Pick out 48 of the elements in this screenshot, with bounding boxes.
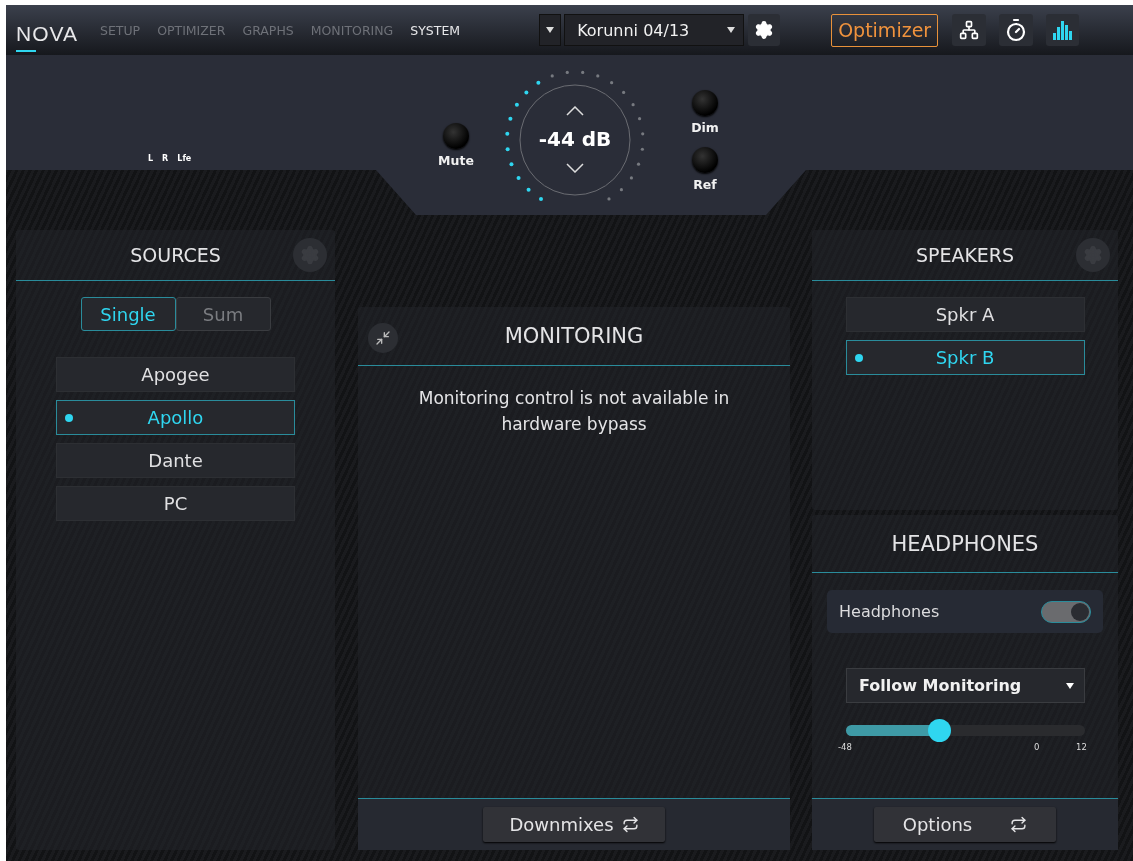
meter-label: R: [162, 154, 169, 163]
preset-menu-button[interactable]: [539, 14, 562, 46]
panel-title: SOURCES: [130, 244, 221, 266]
tick-label: 12: [1076, 742, 1087, 752]
options-button[interactable]: Options: [874, 807, 1056, 842]
bar-chart-icon: [1051, 19, 1074, 41]
collapse-icon: [375, 330, 391, 346]
repeat-icon: [621, 816, 639, 833]
bar-chart-button[interactable]: [1046, 14, 1080, 46]
preset-dropdown[interactable]: Korunni 04/13: [564, 14, 745, 46]
source-item[interactable]: Apogee: [56, 357, 295, 392]
mode-dropdown[interactable]: Follow Monitoring: [846, 668, 1085, 703]
volume-reading: -44 dB: [537, 127, 613, 151]
optimizer-button[interactable]: Optimizer: [831, 13, 939, 47]
mode-toggle[interactable]: Sum: [175, 297, 271, 331]
headphones-switch[interactable]: [1041, 600, 1091, 623]
panel-title: SPEAKERS: [915, 244, 1015, 266]
speaker-item[interactable]: Spkr A: [845, 297, 1085, 332]
dropdown-caret-icon: [1066, 681, 1074, 690]
slider-thumb[interactable]: [928, 719, 952, 742]
button-label: Mute: [438, 153, 474, 168]
meter-label: L: [148, 154, 154, 163]
downmixes-button[interactable]: Downmixes: [483, 807, 665, 842]
nav-tab[interactable]: SYSTEM: [410, 22, 461, 38]
stopwatch-button[interactable]: [999, 14, 1034, 46]
source-item[interactable]: Apollo: [56, 400, 295, 435]
down-chevron-icon[interactable]: [566, 163, 584, 173]
button-label: Ref: [693, 177, 717, 192]
settings-button[interactable]: [748, 14, 781, 46]
tick-label: 0: [1034, 742, 1040, 752]
tick-label: -48: [838, 742, 852, 752]
hierarchy-icon: [959, 20, 980, 40]
speaker-item[interactable]: Spkr B: [845, 340, 1085, 375]
mode-toggle[interactable]: Single: [80, 297, 176, 331]
source-item[interactable]: PC: [56, 486, 295, 521]
up-chevron-icon[interactable]: [566, 106, 584, 116]
caret-icon: [546, 26, 555, 34]
hierarchy-button[interactable]: [952, 14, 987, 46]
panel-title: MONITORING: [504, 324, 644, 348]
toggle-label: Headphones: [839, 602, 940, 621]
collapse-button[interactable]: [368, 323, 398, 353]
status-message: Monitoring control is not available in hardware bypass: [417, 387, 731, 436]
button-label: Dim: [691, 120, 719, 135]
panel-title: HEADPHONES: [891, 531, 1039, 556]
meter-label: Lfe: [177, 154, 192, 163]
dropdown-caret-icon: [727, 26, 736, 34]
repeat-icon: [1010, 816, 1028, 833]
source-item[interactable]: Dante: [56, 443, 295, 478]
